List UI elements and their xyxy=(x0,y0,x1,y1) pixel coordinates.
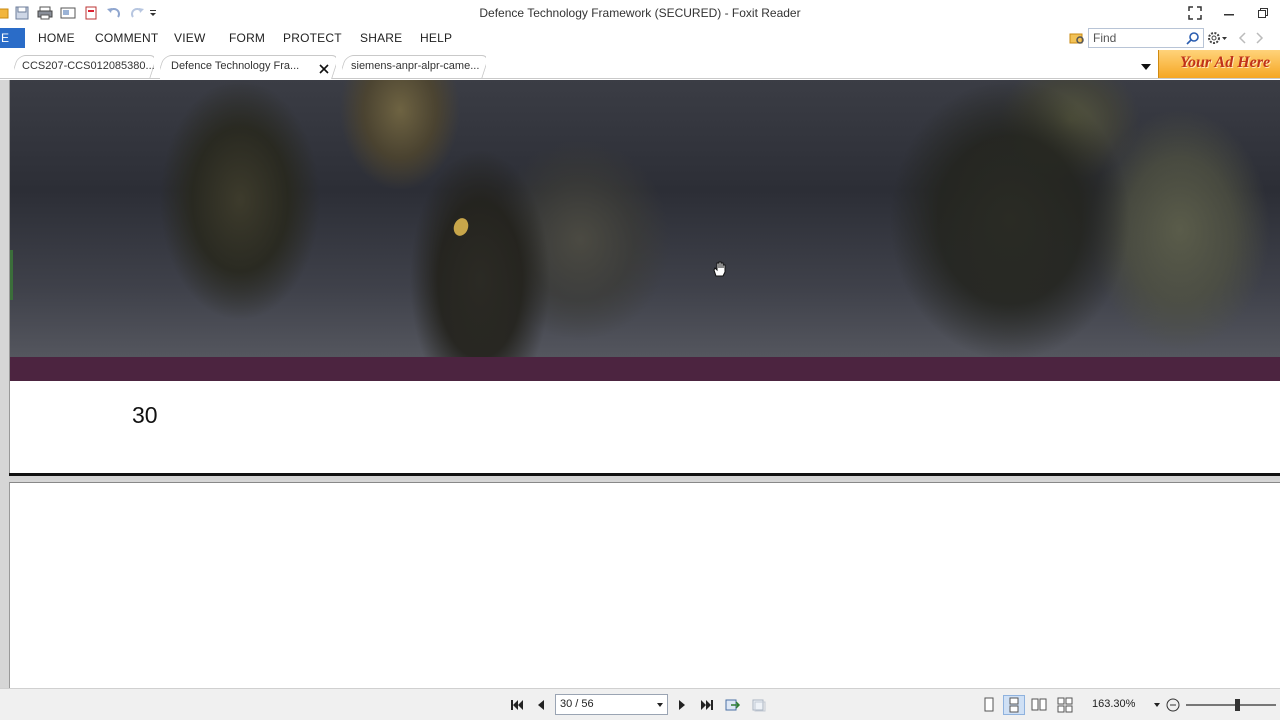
minimize-icon[interactable] xyxy=(1212,0,1246,26)
continuous-view-icon[interactable] xyxy=(1003,695,1025,715)
search-icon[interactable] xyxy=(1186,31,1200,48)
chevron-down-icon xyxy=(657,703,663,707)
menu-view[interactable]: VIEW xyxy=(174,31,205,45)
tab-label: Defence Technology Fra... xyxy=(171,60,300,72)
search-area xyxy=(1066,27,1266,49)
window-controls xyxy=(1178,0,1280,26)
ad-banner[interactable]: Your Ad Here xyxy=(1158,50,1280,78)
zoom-slider-track[interactable] xyxy=(1186,704,1276,706)
menu-share[interactable]: SHARE xyxy=(360,31,402,45)
previous-view-icon[interactable] xyxy=(723,696,743,714)
tab-label: CCS207-CCS012085380... xyxy=(22,60,154,72)
document-viewer[interactable]: 30 xyxy=(0,80,1280,688)
fullscreen-icon[interactable] xyxy=(1178,0,1212,26)
page-number-selector[interactable]: 30 / 56 xyxy=(555,694,668,715)
hand-cursor-icon xyxy=(711,260,729,278)
menu-protect[interactable]: PROTECT xyxy=(283,31,342,45)
pdf-page: 30 xyxy=(9,80,1280,473)
zoom-out-icon[interactable] xyxy=(1165,697,1181,713)
find-folder-icon[interactable] xyxy=(1066,28,1088,48)
menu-help[interactable]: HELP xyxy=(420,31,452,45)
photo-edge-detail xyxy=(10,250,13,300)
title-bar: Defence Technology Framework (SECURED) -… xyxy=(0,0,1280,26)
zoom-slider-thumb[interactable] xyxy=(1235,699,1240,711)
document-tab-bar: CCS207-CCS012085380... Defence Technolog… xyxy=(0,52,1280,79)
next-result-icon[interactable] xyxy=(1252,28,1266,48)
ribbon-menu: E HOME COMMENT VIEW FORM PROTECT SHARE H… xyxy=(0,26,1280,50)
previous-result-icon[interactable] xyxy=(1232,28,1252,48)
file-menu-tab[interactable]: E xyxy=(0,28,25,48)
menu-comment[interactable]: COMMENT xyxy=(95,31,158,45)
page-number: 30 xyxy=(132,402,158,428)
menu-form[interactable]: FORM xyxy=(229,31,265,45)
facing-view-icon[interactable] xyxy=(1028,695,1050,715)
first-page-icon[interactable] xyxy=(507,696,527,714)
next-view-icon[interactable] xyxy=(748,696,768,714)
tab-defence-technology[interactable]: Defence Technology Fra... xyxy=(160,55,336,79)
page-separator xyxy=(9,473,1280,480)
single-page-view-icon[interactable] xyxy=(978,695,1000,715)
next-page-icon[interactable] xyxy=(672,696,692,714)
last-page-icon[interactable] xyxy=(697,696,717,714)
purple-footer-band xyxy=(10,357,1280,381)
settings-gear-icon[interactable] xyxy=(1204,28,1232,48)
zoom-dropdown-icon[interactable] xyxy=(1154,703,1160,707)
restore-icon[interactable] xyxy=(1246,0,1280,26)
status-bar: 30 / 56 163.30% xyxy=(0,688,1280,720)
close-tab-icon[interactable] xyxy=(318,63,330,75)
tab-siemens-anpr[interactable]: siemens-anpr-alpr-came... xyxy=(342,55,486,79)
tab-list-dropdown-icon[interactable] xyxy=(1140,61,1152,71)
soldiers-photo xyxy=(10,80,1280,357)
tab-ccs207[interactable]: CCS207-CCS012085380... xyxy=(14,55,154,79)
window-title: Defence Technology Framework (SECURED) -… xyxy=(479,6,801,20)
zoom-level[interactable]: 163.30% xyxy=(1092,698,1135,710)
tab-label: siemens-anpr-alpr-came... xyxy=(351,60,480,72)
photo-detail xyxy=(451,216,471,238)
previous-page-icon[interactable] xyxy=(531,696,551,714)
continuous-facing-view-icon[interactable] xyxy=(1054,695,1076,715)
page-indicator: 30 / 56 xyxy=(560,698,594,710)
pdf-next-page xyxy=(9,482,1280,688)
menu-home[interactable]: HOME xyxy=(38,31,75,45)
